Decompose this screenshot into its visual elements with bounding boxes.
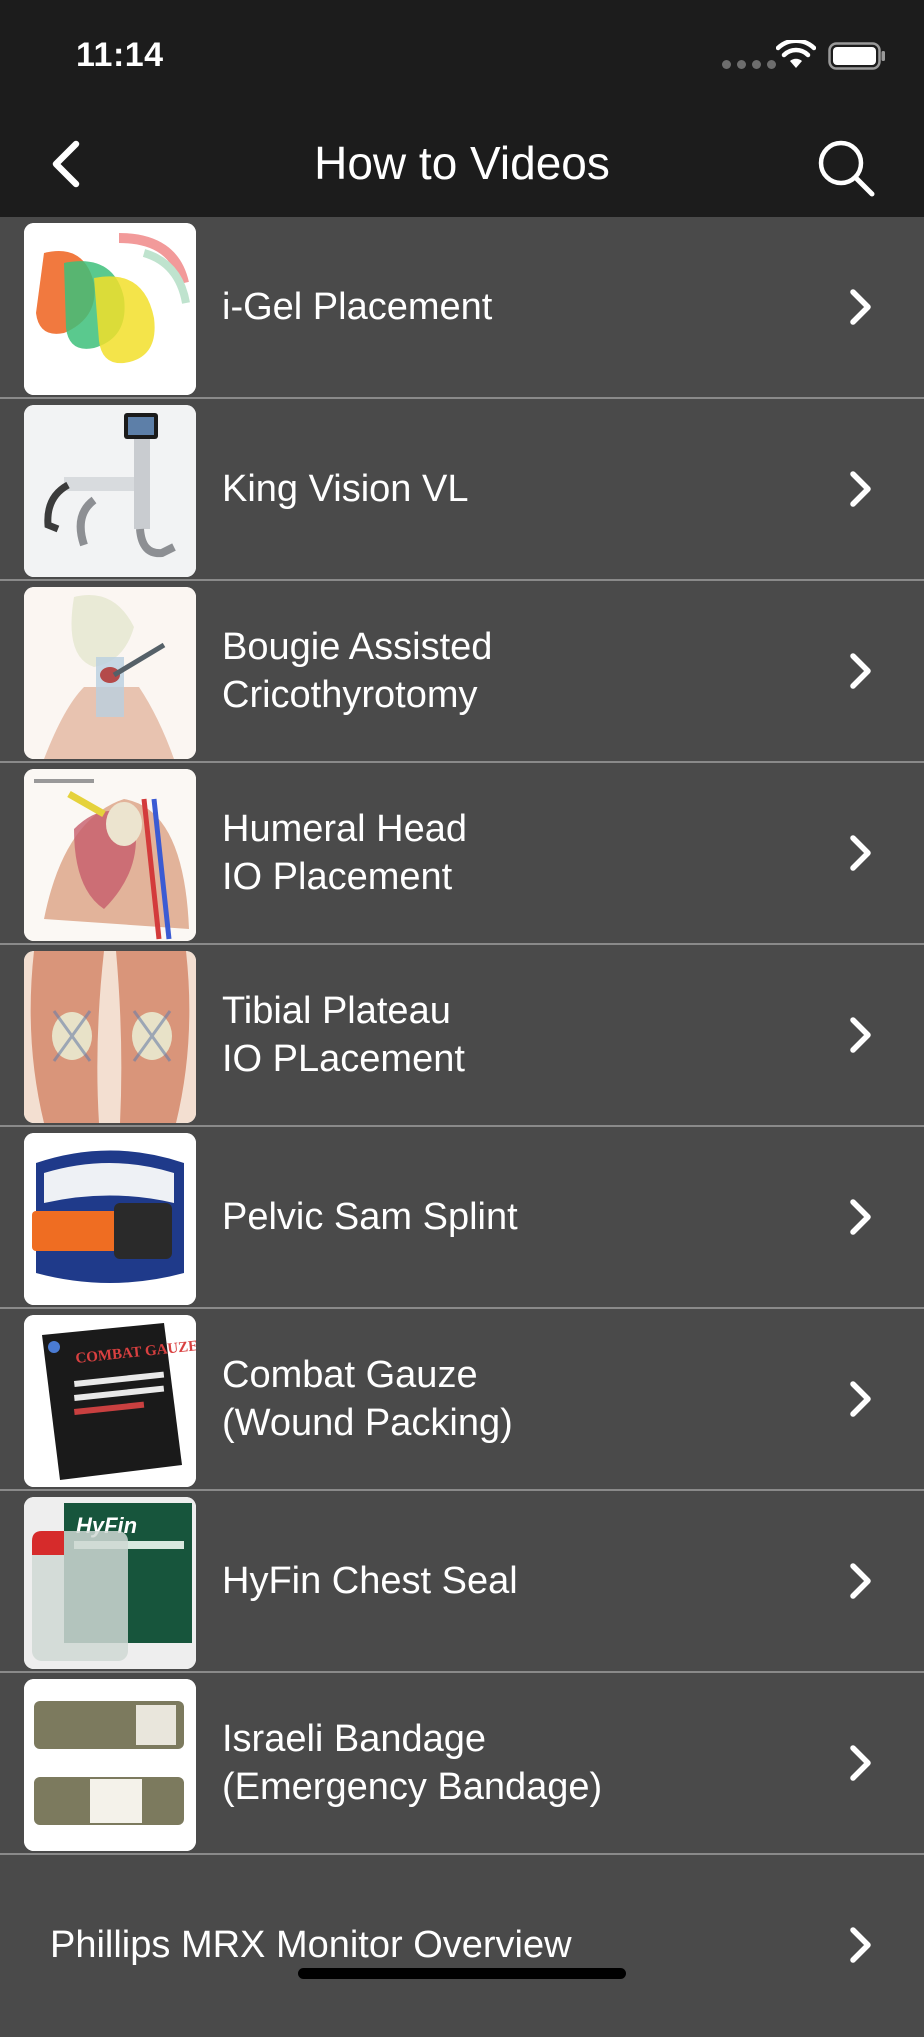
- pelvic-splint-thumbnail: [24, 1133, 196, 1305]
- chevron-right-icon: [850, 835, 871, 871]
- list-item-humeral-head-io-placement[interactable]: Humeral Head IO Placement: [0, 763, 924, 945]
- list-item-label: Phillips MRX Monitor Overview: [50, 1924, 572, 1966]
- status-time: 11:14: [76, 36, 164, 74]
- status-bar: 11:14: [0, 0, 924, 110]
- israeli-bandage-thumbnail: [24, 1679, 196, 1851]
- list-item-king-vision-vl[interactable]: King Vision VL: [0, 399, 924, 581]
- hyfin-chest-seal-thumbnail: HyFin: [24, 1497, 196, 1669]
- list-item-tibial-plateau-io-placement[interactable]: Tibial Plateau IO PLacement: [0, 945, 924, 1127]
- list-item-israeli-bandage[interactable]: Israeli Bandage (Emergency Bandage): [0, 1673, 924, 1855]
- battery-icon: [828, 42, 885, 70]
- list-item-pelvic-sam-splint[interactable]: Pelvic Sam Splint: [0, 1127, 924, 1309]
- list-item-label: Tibial Plateau IO PLacement: [222, 990, 465, 1080]
- list-item-phillips-mrx-monitor-overview[interactable]: Phillips MRX Monitor Overview: [0, 1855, 924, 2037]
- search-icon[interactable]: [814, 136, 878, 200]
- list-item-hyfin-chest-seal[interactable]: HyFin HyFin Chest Seal: [0, 1491, 924, 1673]
- list-item-label: Humeral Head IO Placement: [222, 808, 467, 898]
- list-item-label: Bougie Assisted Cricothyrotomy: [222, 626, 493, 716]
- humeral-head-thumbnail: [24, 769, 196, 941]
- video-list: i-Gel Placement King Vision VL Bougie As…: [0, 217, 924, 2037]
- chevron-right-icon: [850, 1745, 871, 1781]
- list-item-label: HyFin Chest Seal: [222, 1560, 518, 1602]
- chevron-right-icon: [850, 653, 871, 689]
- list-item-label: Combat Gauze (Wound Packing): [222, 1354, 513, 1444]
- igel-thumbnail: [24, 223, 196, 395]
- list-item-label: Israeli Bandage (Emergency Bandage): [222, 1718, 603, 1808]
- cellular-signal-icon: [722, 60, 776, 69]
- list-item-combat-gauze[interactable]: COMBAT GAUZE Combat Gauze (Wound Packing…: [0, 1309, 924, 1491]
- chevron-right-icon: [850, 1563, 871, 1599]
- chevron-right-icon: [850, 1927, 871, 1963]
- combat-gauze-thumbnail: COMBAT GAUZE: [24, 1315, 196, 1487]
- home-indicator[interactable]: [298, 1968, 626, 1979]
- chevron-right-icon: [850, 1381, 871, 1417]
- list-item-label: Pelvic Sam Splint: [222, 1196, 518, 1238]
- navigation-bar: How to Videos: [0, 110, 924, 217]
- king-vision-thumbnail: [24, 405, 196, 577]
- list-item-igel-placement[interactable]: i-Gel Placement: [0, 217, 924, 399]
- tibial-plateau-thumbnail: [24, 951, 196, 1123]
- chevron-right-icon: [850, 1199, 871, 1235]
- page-title: How to Videos: [314, 137, 610, 189]
- wifi-icon: [776, 40, 816, 68]
- list-item-label: i-Gel Placement: [222, 286, 493, 328]
- chevron-right-icon: [850, 471, 871, 507]
- list-item-label: King Vision VL: [222, 468, 469, 510]
- cricothyrotomy-thumbnail: [24, 587, 196, 759]
- chevron-right-icon: [850, 289, 871, 325]
- chevron-right-icon: [850, 1017, 871, 1053]
- list-item-bougie-assisted-cricothyrotomy[interactable]: Bougie Assisted Cricothyrotomy: [0, 581, 924, 763]
